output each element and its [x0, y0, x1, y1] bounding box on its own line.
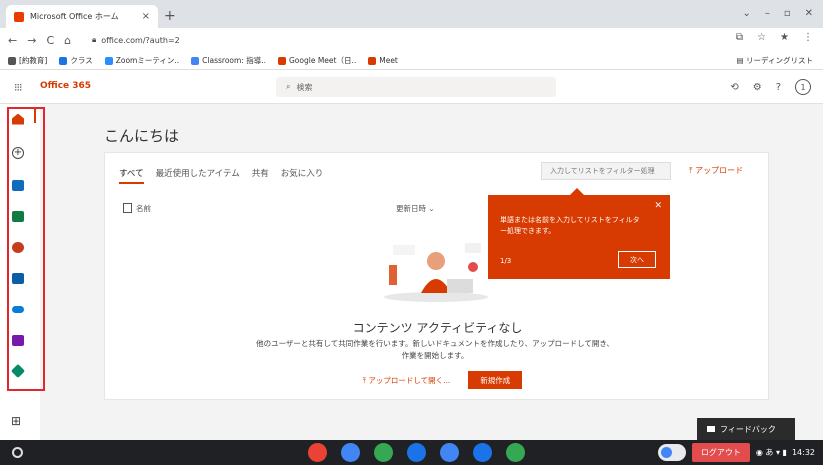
bookmark-google-icon	[191, 56, 200, 65]
bookmark-item[interactable]: クラス	[59, 55, 93, 66]
tab-title: Microsoft Office ホーム	[30, 12, 119, 21]
empty-state-description: 他のユーザーと共有して共同作業を行います。新しいドキュメントを作成したり、アップ…	[256, 339, 614, 360]
os-shelf: ログアウト ◉ あ ▾ ▮ 14:32	[0, 440, 823, 465]
tab-favorites[interactable]: お気に入り	[281, 167, 324, 184]
bookmark-item[interactable]: [約教育]	[8, 55, 47, 66]
avatar[interactable]: 1	[795, 79, 811, 95]
callout-step: 1/3	[500, 257, 512, 265]
tab-all[interactable]: すべて	[119, 167, 144, 184]
bookmark-office-icon	[277, 56, 286, 65]
lock-icon: 🔒︎	[92, 35, 97, 44]
meet-icon[interactable]	[473, 443, 492, 462]
close-window-button[interactable]: ✕	[805, 8, 813, 19]
bookmark-zoom-icon	[104, 56, 113, 65]
browser-tab[interactable]: Microsoft Office ホーム ×	[6, 5, 158, 28]
search-icon: ⌕	[286, 82, 291, 91]
page-title: こんにちは	[104, 127, 180, 145]
address-bar[interactable]: 🔒︎ office.com/?auth=2	[92, 31, 722, 49]
search-box[interactable]: ⌕ 検索	[276, 77, 556, 97]
callout-next-button[interactable]: 次へ	[618, 251, 656, 268]
column-modified[interactable]: 更新日時 ⌄	[396, 203, 435, 214]
annotation-highlight-box	[7, 107, 45, 391]
upload-and-open-button[interactable]: ⤒ アップロードして開く...	[352, 371, 461, 389]
maximize-button[interactable]: ▫	[784, 8, 791, 19]
new-tab-button[interactable]: +	[164, 8, 176, 24]
bookmark-star-icon[interactable]: ☆	[757, 32, 766, 43]
filter-tip-callout: ✕ 単語または名前を入力してリストをフィルター処理できます。 1/3 次へ	[488, 188, 670, 279]
filter-input[interactable]: 入力してリストをフィルター処理	[541, 162, 671, 180]
tab-search-icon[interactable]: ⌄	[742, 8, 750, 19]
bookmark-item[interactable]: Meet	[368, 56, 398, 65]
upload-button[interactable]: ⤒ アップロード	[689, 165, 743, 176]
launcher-icon[interactable]	[12, 447, 23, 458]
file-tabs: すべて 最近使用したアイテム 共有 お気に入り	[119, 167, 323, 184]
office-365-brand[interactable]: Office 365	[40, 81, 91, 91]
empty-state-title: コンテンツ アクティビティなし	[352, 321, 523, 335]
chrome-icon[interactable]	[308, 443, 327, 462]
browser-toolbar: ← → C ⌂ 🔒︎ office.com/?auth=2 ⧉ ☆ ★ ⋮	[0, 28, 823, 52]
status-icons: ◉ あ ▾ ▮	[755, 448, 787, 457]
minimize-button[interactable]: –	[765, 8, 770, 19]
system-tray: ログアウト ◉ あ ▾ ▮ 14:32	[657, 443, 815, 462]
callout-message: 単語または名前を入力してリストをフィルター処理できます。	[500, 216, 640, 235]
help-icon[interactable]: ?	[776, 82, 781, 93]
forward-icon[interactable]: →	[27, 34, 36, 47]
bookmark-item[interactable]: Classroom: 指導..	[191, 55, 266, 66]
search-placeholder: 検索	[296, 82, 313, 92]
browser-tab-strip: Microsoft Office ホーム × + ⌄ – ▫ ✕	[0, 0, 823, 28]
reload-icon[interactable]: C	[46, 34, 54, 47]
tab-shared[interactable]: 共有	[252, 167, 269, 184]
close-icon[interactable]: ✕	[654, 201, 662, 211]
bookmarks-bar: [約教育] クラス Zoomミーティン.. Classroom: 指導.. Go…	[0, 52, 823, 70]
reading-list-button[interactable]: ▤ リーディングリスト	[737, 55, 813, 66]
empty-state-illustration	[384, 243, 488, 302]
tab-close-icon[interactable]: ×	[142, 11, 150, 22]
settings-gear-icon[interactable]: ⚙	[753, 82, 762, 93]
callout-arrow	[570, 188, 584, 195]
office-favicon-icon	[14, 11, 24, 22]
shelf-apps	[308, 443, 525, 462]
office-app-bar: ⁝⁝⁝ Office 365 ⌕ 検索 ⟲ ⚙ ? 1	[0, 70, 823, 104]
classroom-icon[interactable]	[506, 443, 525, 462]
ime-toggle[interactable]	[657, 444, 686, 461]
column-headers: 名前 更新日時 ⌄	[123, 203, 473, 214]
appbar-right: ⟲ ⚙ ? 1	[730, 79, 811, 95]
empty-state-actions: ⤒ アップロードして開く... 新規作成	[105, 371, 770, 389]
camera-icon[interactable]	[440, 443, 459, 462]
new-button[interactable]: 新規作成	[468, 371, 523, 389]
menu-icon[interactable]: ⋮	[803, 32, 813, 43]
files-icon[interactable]	[407, 443, 426, 462]
sync-icon[interactable]: ⟲	[730, 82, 738, 93]
app-launcher-waffle-icon[interactable]: ⁝⁝⁝	[14, 81, 22, 94]
gmail-icon[interactable]	[341, 443, 360, 462]
feedback-icon	[707, 426, 715, 432]
logout-button[interactable]: ログアウト	[691, 443, 750, 462]
bookmark-folder-icon	[8, 56, 16, 65]
toolbar-right-icons: ⧉ ☆ ★ ⋮	[736, 32, 813, 43]
column-name[interactable]: 名前	[136, 203, 396, 214]
install-icon[interactable]: ⧉	[736, 32, 743, 43]
back-icon[interactable]: ←	[8, 34, 17, 47]
drive-icon[interactable]	[374, 443, 393, 462]
home-icon[interactable]: ⌂	[64, 34, 71, 47]
toggle-knob	[660, 447, 672, 458]
bookmark-class-icon	[59, 56, 68, 65]
bookmark-item[interactable]: Zoomミーティン..	[104, 55, 179, 66]
bookmark-office-icon	[368, 56, 377, 65]
url-text: office.com/?auth=2	[101, 35, 180, 45]
file-type-icon[interactable]	[123, 203, 132, 213]
window-controls: ⌄ – ▫ ✕	[742, 8, 813, 19]
bookmark-item[interactable]: Google Meet（日..	[277, 55, 356, 66]
clock: 14:32	[791, 448, 815, 457]
tab-recent[interactable]: 最近使用したアイテム	[156, 167, 240, 184]
feedback-button[interactable]: フィードバック	[697, 418, 795, 440]
feedback-label: フィードバック	[720, 424, 776, 434]
all-apps-icon[interactable]: ⊞	[11, 414, 21, 428]
status-area[interactable]: ◉ あ ▾ ▮ 14:32	[756, 447, 815, 458]
extensions-icon[interactable]: ★	[780, 32, 789, 43]
